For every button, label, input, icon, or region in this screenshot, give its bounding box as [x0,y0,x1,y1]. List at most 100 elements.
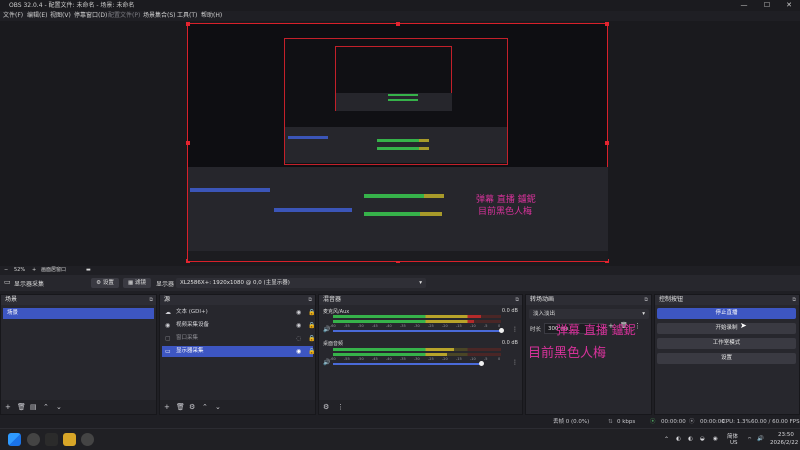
arrow-down-icon[interactable]: ⌄ [215,400,221,414]
wifi-icon[interactable]: ⌔ [747,436,752,443]
obs-app-icon[interactable] [27,433,40,446]
undock-icon[interactable]: ⧉ [792,295,796,305]
settings-button[interactable]: 设置 [657,353,796,364]
zoom-value[interactable]: 52% [14,266,25,274]
lock-icon[interactable]: 🔒 [308,307,315,318]
volume-slider-knob[interactable] [499,328,504,333]
source-item[interactable]: ▭ 显示器采集 ◉ 🔒 [162,346,315,357]
tray-icon[interactable]: ◐ [676,436,681,442]
watermark-text: 目前黑色人梅 [528,346,607,361]
eye-off-icon[interactable]: ◌ [296,333,301,344]
menu-profile[interactable]: 配置文件(P) [108,11,140,21]
add-icon[interactable]: + [5,400,11,414]
windows-start-icon[interactable] [8,433,21,446]
nested-ui [188,167,608,251]
close-button[interactable]: ✕ [779,0,799,11]
tray-icon[interactable]: ◉ [713,436,718,442]
menu-help[interactable]: 帮助(H) [201,11,222,21]
more-icon[interactable]: ⋮ [337,400,344,414]
resize-handle[interactable] [396,22,400,26]
nested-ui [285,127,507,163]
ime-indicator[interactable]: 简体 [727,432,738,440]
clock-date[interactable]: 2026/2/22 [770,440,798,446]
resize-handle[interactable] [186,141,190,145]
zoom-mode[interactable]: 画面居窗口 [41,266,66,274]
app-icon[interactable] [45,433,58,446]
advanced-audio-icon[interactable]: ⚙ [323,400,329,414]
lock-icon[interactable]: 🔒 [308,320,315,331]
meter-tick-label: -25 [428,324,434,328]
mouse-cursor-icon: ➤ [740,321,747,330]
undock-icon[interactable]: ⧉ [644,295,648,305]
menu-scene-collection[interactable]: 场景集合(S) [143,11,176,21]
region-indicator[interactable]: US [730,440,738,446]
tray-chevron-icon[interactable]: ⌃ [664,436,669,443]
display-select[interactable]: XL2586X+: 1920x1080 @ 0,0 (主显示器) ▾ [176,278,426,288]
scene-item[interactable]: 场景 [3,308,154,319]
meter-tick-label: -60 [330,324,336,328]
trash-icon[interactable]: 🗑 [176,400,185,414]
studio-mode-button[interactable]: 工作室模式 [657,338,796,349]
record-status-icon: ⦿ [689,419,695,425]
resize-handle[interactable] [605,22,609,26]
speaker-icon[interactable]: 🔊 [323,326,330,333]
sources-dock: 源 ⧉ ☁ 文本 (GDI+) ◉ 🔒 ◉ 视频采集设备 ◉ 🔒 ▢ 窗口采集 ◌… [159,294,316,415]
filter-icon[interactable]: ▤ [30,400,37,414]
properties-button[interactable]: ⚙ 设置 [91,278,119,288]
resize-handle[interactable] [605,141,609,145]
resize-handle[interactable] [186,22,190,26]
channel-db: 0.0 dB [501,308,518,314]
zoom-in-icon[interactable]: + [32,266,36,274]
source-item[interactable]: ☁ 文本 (GDI+) ◉ 🔒 [162,307,315,318]
source-item[interactable]: ◉ 视频采集设备 ◉ 🔒 [162,320,315,331]
more-icon[interactable]: ⋮ [512,359,518,366]
eye-icon[interactable]: ◉ [296,307,301,318]
undock-icon[interactable]: ⧉ [515,295,519,305]
add-icon[interactable]: + [164,400,170,414]
minimize-button[interactable]: — [734,0,754,11]
lock-icon[interactable]: 🔒 [308,346,315,357]
gear-icon[interactable]: ⚙ [189,400,195,414]
eye-icon[interactable]: ◉ [296,346,301,357]
stop-streaming-button[interactable]: 停止直播 [657,308,796,319]
menu-edit[interactable]: 编辑(E) [27,11,47,21]
arrow-down-icon[interactable]: ⌄ [56,400,62,414]
trash-icon[interactable]: 🗑 [17,400,26,414]
speaker-icon[interactable]: 🔊 [323,359,330,366]
menu-dock[interactable]: 停靠窗口(D) [74,11,107,21]
tray-icon[interactable]: ◒ [700,436,705,442]
source-name: 显示器采集 [14,281,45,288]
meter-tick-label: -15 [456,324,462,328]
undock-icon[interactable]: ⧉ [149,295,153,305]
volume-slider[interactable] [333,330,501,332]
arrow-up-icon[interactable]: ⌃ [43,400,49,414]
volume-slider[interactable] [333,363,483,365]
volume-slider-knob[interactable] [479,361,484,366]
zoom-out-icon[interactable]: − [4,266,8,274]
app-icon[interactable] [81,433,94,446]
preview-canvas[interactable]: 弹幕 直播 鑪鈮 目前黑色人梅 [186,22,609,263]
arrow-up-icon[interactable]: ⌃ [202,400,208,414]
more-icon[interactable]: ⋮ [512,326,518,333]
fps: 60.00 / 60.00 FPS [751,419,800,425]
menu-view[interactable]: 视图(V) [50,11,71,21]
watermark-text: 目前黑色人梅 [478,207,533,217]
undock-icon[interactable]: ⧉ [308,295,312,305]
menu-file[interactable]: 文件(F) [3,11,23,21]
meter-tick-label: -40 [386,324,392,328]
source-item[interactable]: ▢ 窗口采集 ◌ 🔒 [162,333,315,344]
transition-select[interactable]: 淡入淡出 ▾ [529,309,649,319]
lock-icon[interactable]: 🔒 [308,333,315,344]
nested-capture [284,38,508,165]
app-icon[interactable] [63,433,76,446]
rec-time: 00:00:00 [700,419,725,425]
tray-icon[interactable]: ◐ [688,436,693,442]
start-recording-button[interactable]: 开始录制 [657,323,796,334]
eye-icon[interactable]: ◉ [296,320,301,331]
volume-icon[interactable]: 🔊 [757,436,764,442]
zoom-slider-handle[interactable]: ▬ [86,266,91,274]
menu-tools[interactable]: 工具(T) [177,11,197,21]
filters-button[interactable]: ▦ 滤镜 [123,278,151,288]
maximize-button[interactable]: ☐ [757,0,777,11]
clock-time[interactable]: 23:50 [778,432,794,438]
